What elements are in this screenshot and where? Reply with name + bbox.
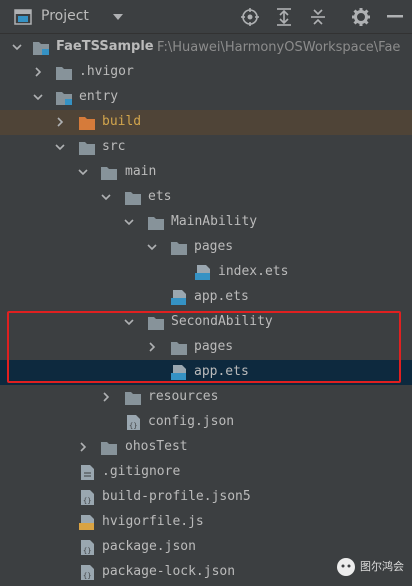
svg-text:{}: {} bbox=[129, 422, 137, 430]
folder-icon bbox=[101, 442, 117, 455]
svg-text:{}: {} bbox=[83, 547, 91, 555]
tree-item-label: resources bbox=[148, 389, 219, 404]
tree-row-pages[interactable]: pages bbox=[0, 235, 412, 260]
chevron-down-icon[interactable] bbox=[78, 167, 88, 177]
panel-title[interactable]: Project bbox=[41, 8, 89, 24]
tree-item-label: package-lock.json bbox=[102, 564, 236, 579]
chevron-down-icon[interactable] bbox=[33, 92, 43, 102]
tree-row-pages[interactable]: pages bbox=[0, 335, 412, 360]
tree-item-label: pages bbox=[194, 339, 234, 354]
tree-row-ohostest[interactable]: ohosTest bbox=[0, 435, 412, 460]
json-file-icon: {} bbox=[127, 415, 140, 430]
tree-item-label: .hvigor bbox=[79, 64, 134, 79]
tree-row-src[interactable]: src bbox=[0, 135, 412, 160]
tree-row-hvigor[interactable]: .hvigor bbox=[0, 60, 412, 85]
tree-item-label: build bbox=[102, 114, 142, 129]
project-toolbar: Project bbox=[0, 0, 412, 34]
watermark-logo bbox=[337, 558, 355, 576]
folder-icon bbox=[148, 217, 164, 230]
hide-icon[interactable] bbox=[387, 15, 403, 19]
root-project-name: FaeTSSample bbox=[56, 39, 154, 54]
chevron-down-icon[interactable] bbox=[12, 42, 22, 52]
chevron-down-icon[interactable] bbox=[101, 192, 111, 202]
ets-file-icon bbox=[195, 265, 210, 280]
tree-row-app-ets[interactable]: app.ets bbox=[0, 285, 412, 310]
tree-row-mainability[interactable]: MainAbility bbox=[0, 210, 412, 235]
tree-row-main[interactable]: main bbox=[0, 160, 412, 185]
tree-item-label: ohosTest bbox=[125, 439, 188, 454]
tree-item-label: .gitignore bbox=[102, 464, 181, 479]
folder-icon bbox=[79, 142, 95, 155]
tree-item-label: entry bbox=[79, 89, 119, 104]
folder-icon bbox=[148, 317, 164, 330]
tree-item-label: config.json bbox=[148, 414, 235, 429]
text-file-icon bbox=[81, 465, 94, 480]
chevron-down-icon[interactable] bbox=[124, 317, 134, 327]
settings-icon[interactable] bbox=[352, 8, 370, 26]
root-project-path: F:\Huawei\HarmonyOSWorkspace\Fae bbox=[157, 40, 401, 55]
project-window-icon bbox=[14, 9, 32, 25]
tree-row-hvigorfile[interactable]: hvigorfile.js bbox=[0, 510, 412, 535]
chevron-down-icon[interactable] bbox=[124, 217, 134, 227]
folder-icon bbox=[125, 392, 141, 405]
tree-row-ets[interactable]: ets bbox=[0, 185, 412, 210]
tree-row-build[interactable]: build bbox=[0, 110, 412, 135]
folder-icon bbox=[171, 242, 187, 255]
folder-icon bbox=[171, 342, 187, 355]
watermark-text: 图尔鸿会 bbox=[360, 560, 404, 573]
expand-all-icon[interactable] bbox=[276, 8, 292, 26]
excluded-folder-icon bbox=[79, 117, 95, 130]
svg-text:{}: {} bbox=[83, 497, 91, 505]
tree-row-root[interactable]: FaeTSSample F:\Huawei\HarmonyOSWorkspace… bbox=[0, 35, 412, 60]
tree-item-label: MainAbility bbox=[171, 214, 258, 229]
tree-item-label: pages bbox=[194, 239, 234, 254]
chevron-down-icon[interactable] bbox=[112, 13, 124, 21]
tree-row-index-ets[interactable]: index.ets bbox=[0, 260, 412, 285]
json-file-icon: {} bbox=[81, 490, 94, 505]
chevron-right-icon[interactable] bbox=[147, 342, 157, 352]
chevron-right-icon[interactable] bbox=[33, 67, 43, 77]
tree-row-build-profile[interactable]: {} build-profile.json5 bbox=[0, 485, 412, 510]
folder-icon bbox=[125, 192, 141, 205]
json-file-icon: {} bbox=[81, 540, 94, 555]
tree-row-secondability[interactable]: SecondAbility bbox=[0, 310, 412, 335]
folder-icon bbox=[101, 167, 117, 180]
tree-item-label: main bbox=[125, 164, 157, 179]
tree-row-config-json[interactable]: {} config.json bbox=[0, 410, 412, 435]
collapse-all-icon[interactable] bbox=[310, 8, 326, 26]
json-file-icon: {} bbox=[81, 565, 94, 580]
tree-item-label: src bbox=[102, 139, 126, 154]
tree-item-label: hvigorfile.js bbox=[102, 514, 204, 529]
tree-row-app-ets-selected[interactable]: app.ets bbox=[0, 360, 412, 385]
tree-item-label: app.ets bbox=[194, 289, 249, 304]
project-tree: FaeTSSample F:\Huawei\HarmonyOSWorkspace… bbox=[0, 34, 412, 586]
folder-icon bbox=[56, 67, 72, 80]
chevron-down-icon[interactable] bbox=[55, 142, 65, 152]
chevron-right-icon[interactable] bbox=[55, 117, 65, 127]
module-folder-icon bbox=[33, 42, 49, 55]
tree-item-label: ets bbox=[148, 189, 172, 204]
ets-file-icon bbox=[171, 290, 186, 305]
js-file-icon bbox=[79, 515, 94, 530]
chevron-right-icon[interactable] bbox=[78, 442, 88, 452]
chevron-right-icon[interactable] bbox=[101, 392, 111, 402]
svg-text:{}: {} bbox=[83, 572, 91, 580]
tree-row-resources[interactable]: resources bbox=[0, 385, 412, 410]
tree-row-gitignore[interactable]: .gitignore bbox=[0, 460, 412, 485]
ets-file-icon bbox=[171, 365, 186, 380]
module-folder-icon bbox=[56, 92, 72, 105]
chevron-down-icon[interactable] bbox=[147, 242, 157, 252]
tree-item-label: index.ets bbox=[218, 264, 289, 279]
locate-icon[interactable] bbox=[241, 8, 259, 26]
tree-item-label: SecondAbility bbox=[171, 314, 273, 329]
tree-item-label: build-profile.json5 bbox=[102, 489, 251, 504]
tree-item-label: app.ets bbox=[194, 364, 249, 379]
tree-row-entry[interactable]: entry bbox=[0, 85, 412, 110]
tree-item-label: package.json bbox=[102, 539, 196, 554]
